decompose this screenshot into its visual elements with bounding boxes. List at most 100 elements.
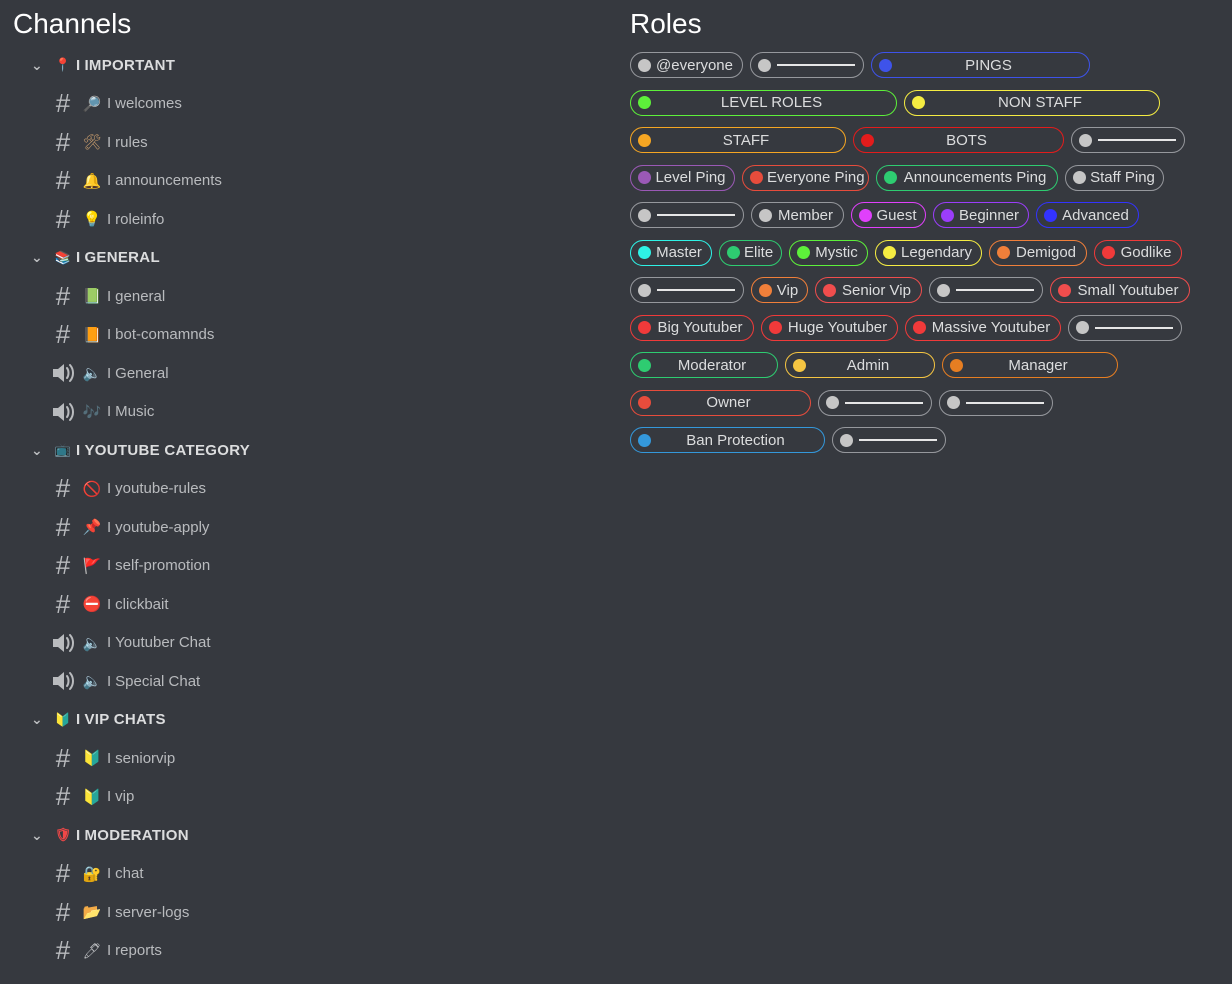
role-pill[interactable]: Moderator — [630, 352, 778, 378]
role-pill[interactable]: Level Ping — [630, 164, 735, 191]
channel-8[interactable]: 🔈 I General — [26, 354, 586, 393]
role-pill[interactable]: Announcements Ping — [876, 164, 1058, 191]
role-pill[interactable]: BOTS — [853, 127, 1064, 153]
role-pill[interactable]: PINGS — [871, 52, 1090, 78]
role-pill[interactable]: NON STAFF — [904, 89, 1160, 116]
role-pill[interactable]: Staff Ping — [1065, 164, 1164, 191]
channel-9[interactable]: 🎶 I Music — [26, 393, 586, 432]
channel-6[interactable]: # 📗 Igeneral — [26, 277, 586, 316]
role-pill[interactable] — [750, 52, 864, 78]
hashtag-icon: # — [55, 935, 71, 966]
hashtag-icon: # — [55, 781, 71, 812]
role-pill[interactable]: Master — [630, 239, 712, 266]
role-pill[interactable]: Massive Youtuber — [905, 314, 1061, 341]
channel-2[interactable]: # 🛠 Irules — [26, 123, 586, 162]
chevron-down-icon[interactable]: ⌄ — [26, 711, 48, 728]
separator: I — [76, 441, 81, 459]
role-pill[interactable]: Elite — [719, 239, 782, 266]
role-pill[interactable]: Legendary — [875, 239, 982, 266]
chevron-down-icon[interactable]: ⌄ — [26, 57, 48, 74]
role-color-dot — [759, 208, 772, 222]
channel-3[interactable]: # 🔔 Iannouncements — [26, 162, 586, 201]
role-name: Announcements Ping — [903, 169, 1047, 186]
role-pill[interactable]: Admin — [785, 352, 935, 378]
category-17[interactable]: ⌄ 🔰 I VIP CHATS — [26, 701, 586, 740]
role-pill[interactable]: Big Youtuber — [630, 314, 754, 341]
category-name: IMPORTANT — [84, 56, 176, 74]
channel-16[interactable]: 🔈 I Special Chat — [26, 662, 586, 701]
channel-name: general — [115, 287, 166, 305]
category-5[interactable]: ⌄ 📚 I GENERAL — [26, 239, 586, 278]
role-row: Ban Protection — [630, 427, 1230, 453]
category-10[interactable]: ⌄ 📺 I YOUTUBE CATEGORY — [26, 431, 586, 470]
channel-1[interactable]: # 🔎 Iwelcomes — [26, 85, 586, 124]
role-pill[interactable]: @everyone — [630, 52, 743, 78]
chevron-down-icon[interactable]: ⌄ — [26, 827, 48, 844]
role-pill[interactable]: Vip — [751, 277, 808, 303]
role-row: Level Ping Everyone Ping Announcements Pin… — [630, 164, 1230, 191]
role-pill[interactable]: Huge Youtuber — [761, 314, 898, 341]
role-pill[interactable] — [1068, 314, 1182, 341]
role-pill[interactable]: Manager — [942, 352, 1118, 378]
role-pill[interactable] — [630, 277, 744, 303]
role-pill[interactable] — [832, 427, 946, 453]
role-pill[interactable]: Senior Vip — [815, 277, 922, 303]
role-pill[interactable]: STAFF — [630, 127, 846, 153]
role-pill[interactable]: Everyone Ping — [742, 164, 869, 191]
role-color-dot — [883, 246, 896, 259]
role-pill[interactable]: Owner — [630, 389, 811, 416]
role-separator-line — [845, 401, 923, 404]
channel-name: Special Chat — [115, 672, 201, 690]
role-pill[interactable] — [939, 389, 1053, 416]
role-row: Big Youtuber Huge Youtuber Massive Youtube… — [630, 314, 1230, 341]
role-pill[interactable] — [929, 277, 1043, 303]
role-pill[interactable] — [630, 202, 744, 228]
channel-15[interactable]: 🔈 I Youtuber Chat — [26, 624, 586, 663]
role-pill[interactable]: Mystic — [789, 239, 868, 266]
role-color-dot — [750, 171, 763, 184]
category-name: GENERAL — [84, 249, 160, 267]
channel-name: youtube-apply — [115, 518, 210, 536]
role-pill[interactable]: Ban Protection — [630, 427, 825, 453]
channel-18[interactable]: # 🔰 Iseniorvip — [26, 739, 586, 778]
speaker-icon — [51, 362, 75, 384]
role-row: Vip Senior Vip Small Youtuber — [630, 277, 1230, 303]
role-pill[interactable]: Advanced — [1036, 202, 1139, 228]
channel-12[interactable]: # 📌 Iyoutube-apply — [26, 508, 586, 547]
channel-11[interactable]: # 🚫 Iyoutube-rules — [26, 470, 586, 509]
channel-7[interactable]: # 📙 Ibot-comamnds — [26, 316, 586, 355]
role-separator-line — [956, 289, 1034, 291]
role-color-dot — [947, 396, 960, 409]
role-color-dot — [638, 321, 651, 334]
role-pill[interactable]: Guest — [851, 202, 926, 228]
chevron-down-icon[interactable]: ⌄ — [26, 442, 48, 459]
orange-book-icon: 📙 — [82, 326, 102, 344]
role-pill[interactable] — [1071, 127, 1185, 153]
channel-13[interactable]: # 🚩 Iself-promotion — [26, 547, 586, 586]
role-name: Beginner — [958, 206, 1020, 224]
role-name: Staff Ping — [1090, 169, 1155, 186]
role-pill[interactable]: LEVEL ROLES — [630, 89, 897, 116]
speaker-icon: 🔈 — [82, 673, 102, 691]
channel-22[interactable]: # 📂 Iserver-logs — [26, 893, 586, 932]
channel-4[interactable]: # 💡 Iroleinfo — [26, 200, 586, 239]
category-0[interactable]: ⌄ 📍 I IMPORTANT — [26, 46, 586, 85]
role-pill[interactable]: Beginner — [933, 202, 1029, 228]
channel-name: youtube-rules — [115, 480, 207, 498]
category-20[interactable]: ⌄ 🛡 I MODERATION — [26, 816, 586, 855]
channel-14[interactable]: # ⛔ Iclickbait — [26, 585, 586, 624]
role-color-dot — [638, 283, 651, 297]
channel-19[interactable]: # 🔰 Ivip — [26, 778, 586, 817]
chevron-down-icon[interactable]: ⌄ — [26, 249, 48, 266]
channel-23[interactable]: # 🖊 Ireports — [26, 932, 586, 971]
role-pill[interactable]: Godlike — [1094, 239, 1182, 266]
role-name: Moderator — [677, 356, 747, 374]
role-pill[interactable]: Small Youtuber — [1050, 277, 1190, 303]
role-pill[interactable]: Member — [751, 202, 844, 228]
role-pill[interactable]: Demigod — [989, 239, 1087, 266]
role-row: Master Elite Mystic Legendary Demigod Godlike — [630, 239, 1230, 266]
role-name: Small Youtuber — [1077, 281, 1179, 299]
channel-21[interactable]: # 🔐 Ichat — [26, 855, 586, 894]
role-pill[interactable] — [818, 389, 932, 416]
role-color-dot — [1044, 208, 1057, 222]
